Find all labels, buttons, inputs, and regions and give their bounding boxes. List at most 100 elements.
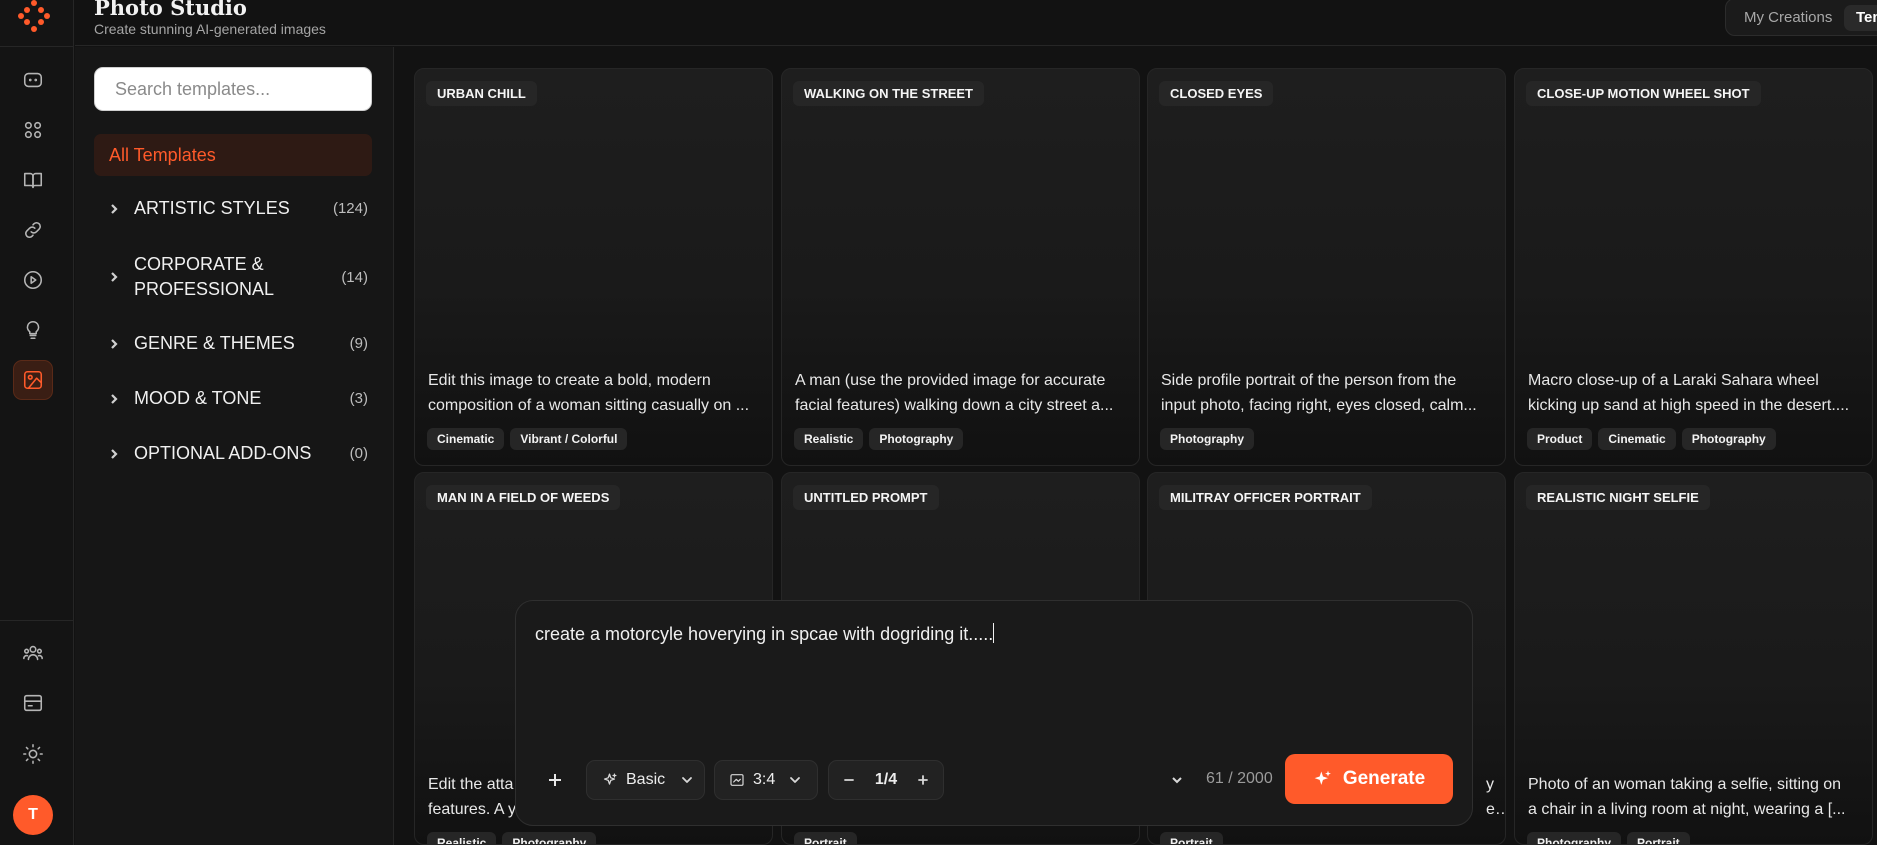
tag: Photography [1160,428,1254,450]
category-label: CORPORATE & PROFESSIONAL [134,254,275,299]
sparkle-icon [603,772,617,785]
tag: Photography [1681,428,1776,450]
image-icon[interactable] [13,360,53,400]
play-icon[interactable] [13,260,53,300]
text-caret [993,623,995,643]
aspect-ratio-select[interactable]: 3:4 [714,760,818,800]
category-artistic-styles[interactable]: ARTISTIC STYLES (124) [94,196,372,221]
category-label: MOOD & TONE [134,388,262,408]
app-logo[interactable] [18,0,50,32]
template-card-realistic-night-selfie[interactable]: REALISTIC NIGHT SELFIE Photo of an woman… [1514,472,1873,845]
book-icon[interactable] [13,160,53,200]
chevron-right-icon [94,393,134,405]
page-title: Photo Studio [94,0,247,20]
link-icon[interactable] [13,210,53,250]
tag: Portrait [1627,832,1690,844]
lightbulb-icon[interactable] [13,310,53,350]
generate-button[interactable]: Generate [1285,754,1453,804]
tag: Portrait [794,832,857,844]
template-card-walking-on-the-street[interactable]: WALKING ON THE STREET A man (use the pro… [781,68,1140,466]
chevron-down-icon [1172,777,1182,784]
category-genre-themes[interactable]: GENRE & THEMES (9) [94,331,372,356]
chevron-right-icon [94,448,134,460]
tag: Photography [1527,832,1621,844]
card-tags: Product Cinematic Photography [1527,428,1776,450]
sparkle-icon [1314,770,1331,785]
card-title: MILITRAY OFFICER PORTRAIT [1159,485,1372,510]
card-tags: Realistic Photography [427,832,597,844]
tag: Product [1527,428,1593,450]
image-count-stepper: 1/4 [828,760,944,800]
chevron-right-icon [94,203,134,215]
chat-icon[interactable] [13,60,53,100]
all-templates-item[interactable]: All Templates [94,134,372,176]
category-corporate-professional[interactable]: CORPORATE & PROFESSIONAL (14) [94,252,372,302]
category-mood-tone[interactable]: MOOD & TONE (3) [94,386,372,411]
card-description: Side profile portrait of the person from… [1161,372,1477,414]
category-label: OPTIONAL ADD-ONS [134,443,312,463]
category-count: (9) [349,335,368,352]
card-description: Edit this image to create a bold, modern… [428,372,750,414]
template-card-close-up-motion-wheel-shot[interactable]: CLOSE-UP MOTION WHEEL SHOT Macro close-u… [1514,68,1873,466]
card-description: Macro close-up of a Laraki Sahara wheel k… [1528,372,1850,414]
image-ratio-icon [730,774,744,786]
tag: Realistic [794,428,864,450]
card-description: Photo of an woman taking a selfie, sitti… [1528,776,1846,818]
card-tags: Portrait [1160,832,1223,844]
left-rail: T [0,0,74,845]
chevron-right-icon [94,338,134,350]
card-tags: Portrait [794,832,857,844]
category-label: GENRE & THEMES [134,333,295,353]
card-tags: Cinematic Vibrant / Colorful [427,428,628,450]
card-description: A man (use the provided image for accura… [795,372,1114,414]
category-count: (0) [349,445,368,462]
rail-divider [0,620,74,621]
prompt-textarea[interactable]: create a motorcyle hoverying in spcae wi… [535,623,995,645]
card-title: REALISTIC NIGHT SELFIE [1526,485,1710,510]
character-count: 61 / 2000 [1206,770,1273,787]
generate-label: Generate [1342,768,1426,789]
category-optional-add-ons[interactable]: OPTIONAL ADD-ONS (0) [94,441,372,466]
plus-icon[interactable] [917,774,929,786]
add-attachment-button[interactable] [535,760,575,800]
prompt-composer: create a motorcyle hoverying in spcae wi… [515,600,1473,826]
view-switcher: My Creations Templates [1725,0,1877,36]
theme-icon[interactable] [13,734,53,774]
card-description: ye... [1486,776,1505,818]
card-tags: Photography Portrait [1527,832,1690,844]
search-input[interactable] [94,67,372,111]
tag: Portrait [1160,832,1223,844]
minus-icon[interactable] [843,774,855,786]
plus-icon [549,774,561,786]
tab-my-creations[interactable]: My Creations [1744,5,1832,31]
rail-divider [0,46,74,47]
apps-icon[interactable] [13,110,53,150]
tag: Photography [869,428,964,450]
category-count: (124) [332,200,368,217]
template-sidebar: All Templates ARTISTIC STYLES (124) CORP… [75,47,394,845]
prompt-text: create a motorcyle hoverying in spcae wi… [535,624,994,644]
card-title: CLOSED EYES [1159,81,1274,106]
tag: Photography [502,832,597,844]
card-title: UNTITLED PROMPT [793,485,939,510]
avatar[interactable]: T [13,795,53,835]
chevron-down-icon [790,777,801,783]
chevron-down-icon [682,777,693,783]
collapse-button[interactable] [1165,768,1189,792]
card-tags: Realistic Photography [794,428,964,450]
quality-select[interactable]: Basic [586,760,705,800]
tag: Cinematic [1598,428,1676,450]
aspect-ratio-value: 3:4 [753,771,776,788]
chevron-right-icon [94,271,134,283]
image-count-value: 1/4 [874,771,898,788]
template-card-urban-chill[interactable]: URBAN CHILL Edit this image to create a … [414,68,773,466]
tab-templates[interactable]: Templates [1844,5,1877,31]
category-count: (3) [349,390,368,407]
card-title: WALKING ON THE STREET [793,81,984,106]
team-icon[interactable] [13,633,53,673]
billing-icon[interactable] [13,683,53,723]
header: Photo Studio Create stunning AI-generate… [75,0,1877,46]
template-card-closed-eyes[interactable]: CLOSED EYES Side profile portrait of the… [1147,68,1506,466]
category-label: ARTISTIC STYLES [134,198,290,218]
tag: Realistic [427,832,497,844]
